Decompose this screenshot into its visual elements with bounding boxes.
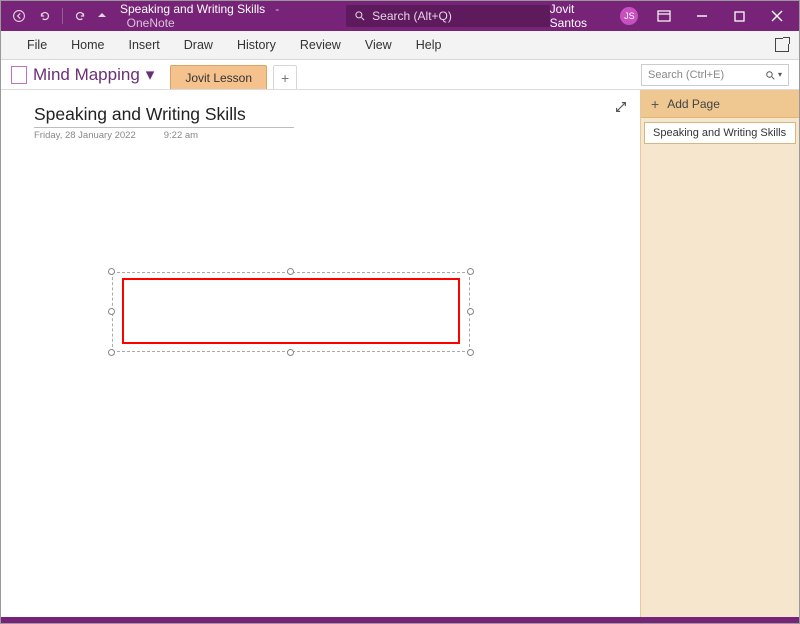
- page-date: Friday, 28 January 2022: [34, 130, 136, 141]
- expand-page-button[interactable]: [614, 100, 628, 119]
- quick-access-toolbar: [1, 4, 110, 28]
- page-canvas[interactable]: Speaking and Writing Skills Friday, 28 J…: [1, 90, 640, 617]
- maximize-button[interactable]: [722, 1, 758, 31]
- search-dropdown-icon: ▾: [765, 70, 782, 81]
- section-search[interactable]: Search (Ctrl+E) ▾: [641, 64, 789, 86]
- page-list-item[interactable]: Speaking and Writing Skills: [644, 122, 796, 144]
- tab-review[interactable]: Review: [288, 31, 353, 59]
- tab-view-label: View: [365, 38, 392, 52]
- avatar-initials: JS: [624, 11, 635, 21]
- plus-icon: +: [651, 96, 659, 112]
- resize-handle-top-right[interactable]: [467, 268, 474, 275]
- resize-handle-bottom[interactable]: [287, 349, 294, 356]
- section-tab-row: Mind Mapping ▾ Jovit Lesson + Search (Ct…: [1, 60, 799, 90]
- avatar: JS: [620, 7, 638, 25]
- tab-draw[interactable]: Draw: [172, 31, 225, 59]
- tab-home-label: Home: [71, 38, 104, 52]
- toolbar-separator: [62, 8, 63, 24]
- section-tab-right: Search (Ctrl+E) ▾: [641, 64, 799, 89]
- add-section-button[interactable]: +: [273, 65, 297, 89]
- app-name: OneNote: [127, 16, 175, 30]
- search-icon: [354, 10, 366, 22]
- customize-qat-button[interactable]: [94, 4, 110, 28]
- resize-handle-bottom-left[interactable]: [108, 349, 115, 356]
- tab-view[interactable]: View: [353, 31, 404, 59]
- resize-handle-left[interactable]: [108, 308, 115, 315]
- page-list-item-label: Speaking and Writing Skills: [653, 127, 786, 139]
- global-search[interactable]: Search (Alt+Q): [346, 5, 549, 27]
- onenote-app: Speaking and Writing Skills - OneNote Se…: [0, 0, 800, 624]
- add-page-label: Add Page: [667, 97, 720, 111]
- section-tab-label: Jovit Lesson: [185, 71, 252, 85]
- tab-history-label: History: [237, 38, 276, 52]
- user-name: Jovit Santos: [550, 2, 615, 30]
- window-title: Speaking and Writing Skills - OneNote: [120, 2, 332, 30]
- titlebar-right: Jovit Santos JS: [550, 1, 799, 31]
- title-underline: [34, 127, 294, 128]
- redo-button[interactable]: [68, 4, 92, 28]
- ribbon-tabs: File Home Insert Draw History Review Vie…: [1, 31, 799, 60]
- tab-history[interactable]: History: [225, 31, 288, 59]
- document-title: Speaking and Writing Skills: [120, 2, 265, 16]
- global-search-placeholder: Search (Alt+Q): [372, 9, 452, 23]
- page-time: 9:22 am: [164, 130, 198, 141]
- minimize-button[interactable]: [684, 1, 720, 31]
- undo-button[interactable]: [33, 4, 57, 28]
- notebook-icon: [13, 67, 27, 83]
- resize-handle-right[interactable]: [467, 308, 474, 315]
- tab-draw-label: Draw: [184, 38, 213, 52]
- ribbon-display-button[interactable]: [646, 1, 682, 31]
- notebook-picker[interactable]: Mind Mapping ▾: [13, 65, 160, 89]
- notebook-name: Mind Mapping: [33, 65, 140, 85]
- page-title-container[interactable]: Speaking and Writing Skills: [34, 104, 294, 128]
- title-bar: Speaking and Writing Skills - OneNote Se…: [1, 1, 799, 31]
- tab-insert[interactable]: Insert: [117, 31, 172, 59]
- section-tab[interactable]: Jovit Lesson: [170, 65, 267, 89]
- body: Speaking and Writing Skills Friday, 28 J…: [1, 90, 799, 617]
- tab-file-label: File: [27, 38, 47, 52]
- tab-review-label: Review: [300, 38, 341, 52]
- page-list-panel: + Add Page Speaking and Writing Skills: [640, 90, 799, 617]
- drawn-rectangle[interactable]: [122, 278, 460, 344]
- tab-help-label: Help: [416, 38, 442, 52]
- add-page-button[interactable]: + Add Page: [641, 90, 799, 118]
- tab-file[interactable]: File: [15, 31, 59, 59]
- tab-home[interactable]: Home: [59, 31, 116, 59]
- page-metadata: Friday, 28 January 2022 9:22 am: [34, 130, 198, 141]
- resize-handle-top[interactable]: [287, 268, 294, 275]
- back-button[interactable]: [7, 4, 31, 28]
- chevron-down-icon: ▾: [146, 65, 155, 85]
- fullscreen-icon: [775, 38, 789, 52]
- status-bar: [1, 617, 799, 623]
- fullscreen-button[interactable]: [775, 38, 799, 52]
- section-search-placeholder: Search (Ctrl+E): [648, 69, 724, 81]
- selected-object[interactable]: [112, 272, 470, 352]
- resize-handle-top-left[interactable]: [108, 268, 115, 275]
- tab-insert-label: Insert: [129, 38, 160, 52]
- tab-help[interactable]: Help: [404, 31, 454, 59]
- close-button[interactable]: [759, 1, 795, 31]
- resize-handle-bottom-right[interactable]: [467, 349, 474, 356]
- user-account[interactable]: Jovit Santos JS: [550, 2, 639, 30]
- page-title[interactable]: Speaking and Writing Skills: [34, 104, 294, 125]
